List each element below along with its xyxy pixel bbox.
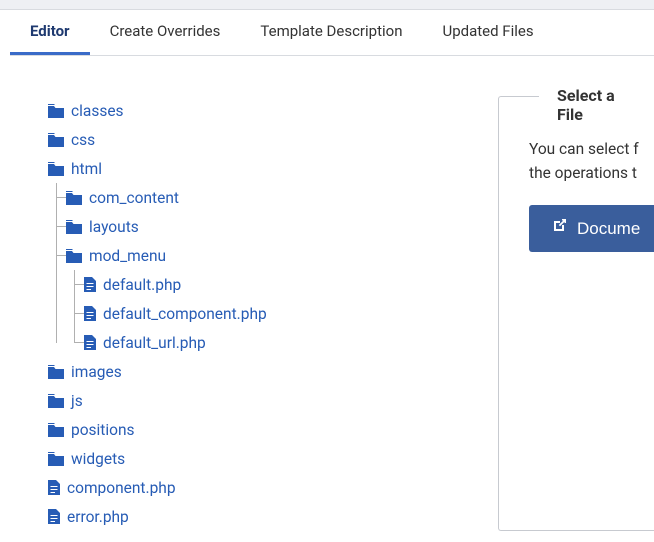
folder-positions[interactable]: positions [48, 415, 468, 444]
folder-label: positions [71, 421, 135, 439]
top-bar [0, 0, 654, 10]
button-label: Docume [577, 219, 640, 239]
folder-icon [48, 133, 64, 147]
folder-classes[interactable]: classes [48, 96, 468, 125]
file-label: error.php [67, 508, 129, 526]
folder-icon [48, 104, 64, 118]
html-children: com_content layouts mod_menu [56, 183, 468, 357]
panel-text-line2: the operations t [529, 164, 637, 182]
file-icon [48, 480, 60, 495]
folder-images[interactable]: images [48, 357, 468, 386]
file-error-php[interactable]: error.php [48, 502, 468, 531]
file-icon [48, 509, 60, 524]
folder-label: classes [71, 102, 124, 120]
panel-text-line1: You can select f [529, 140, 639, 158]
folder-label: mod_menu [89, 247, 166, 265]
folder-label: css [71, 131, 95, 149]
file-icon [84, 277, 96, 292]
folder-com-content[interactable]: com_content [66, 183, 468, 212]
documentation-button[interactable]: Docume [529, 205, 654, 252]
folder-label: images [71, 363, 122, 381]
panel-text: You can select f the operations t [529, 137, 654, 185]
folder-icon [48, 452, 64, 466]
file-tree: classes css html com_content layouts [48, 96, 468, 531]
file-label: default_url.php [103, 334, 206, 352]
folder-css[interactable]: css [48, 125, 468, 154]
tab-editor[interactable]: Editor [10, 10, 90, 55]
file-default-url-php[interactable]: default_url.php [84, 328, 468, 357]
folder-icon [66, 191, 82, 205]
file-component-php[interactable]: component.php [48, 473, 468, 502]
folder-mod-menu[interactable]: mod_menu [66, 241, 468, 270]
tabs-bar: Editor Create Overrides Template Descrip… [10, 10, 654, 56]
folder-icon [48, 365, 64, 379]
file-label: default_component.php [103, 305, 267, 323]
folder-js[interactable]: js [48, 386, 468, 415]
folder-icon [48, 423, 64, 437]
folder-icon [48, 162, 64, 176]
folder-html[interactable]: html [48, 154, 468, 183]
folder-label: html [71, 160, 102, 178]
mod-menu-children: default.php default_component.php defaul… [74, 270, 468, 357]
tab-updated-files[interactable]: Updated Files [422, 10, 553, 55]
folder-icon [48, 394, 64, 408]
folder-label: layouts [89, 218, 139, 236]
tab-template-description[interactable]: Template Description [240, 10, 422, 55]
folder-layouts[interactable]: layouts [66, 212, 468, 241]
file-default-php[interactable]: default.php [84, 270, 468, 299]
folder-label: js [71, 392, 83, 410]
external-link-icon [551, 218, 567, 239]
folder-icon [66, 220, 82, 234]
tab-create-overrides[interactable]: Create Overrides [90, 10, 241, 55]
folder-label: com_content [89, 189, 179, 207]
folder-widgets[interactable]: widgets [48, 444, 468, 473]
file-default-component-php[interactable]: default_component.php [84, 299, 468, 328]
file-icon [84, 306, 96, 321]
content-area: classes css html com_content layouts [0, 56, 654, 531]
file-icon [84, 335, 96, 350]
panel-title: Select a File [539, 86, 654, 124]
select-file-panel: Select a File You can select f the opera… [498, 96, 654, 531]
file-label: default.php [103, 276, 181, 294]
folder-label: widgets [71, 450, 125, 468]
folder-icon [66, 249, 82, 263]
file-label: component.php [67, 479, 176, 497]
